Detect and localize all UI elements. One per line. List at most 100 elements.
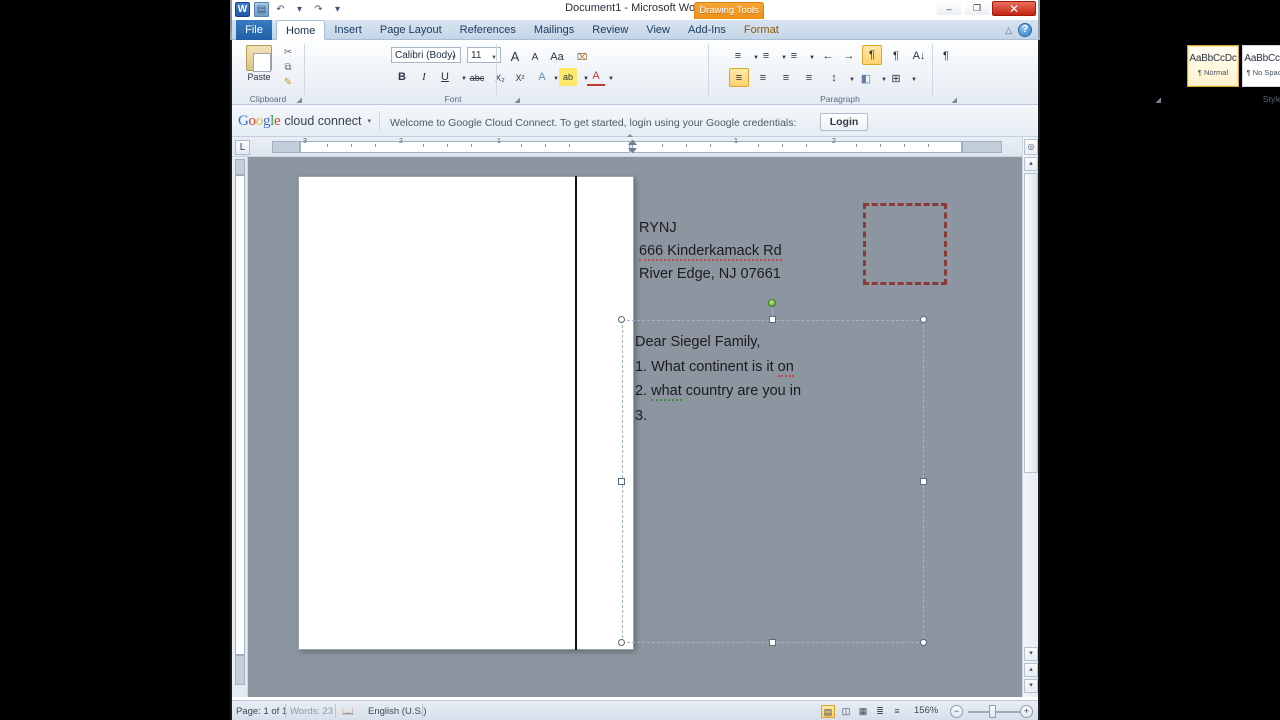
cloud-connect-brand[interactable]: Google cloud connect ▾ <box>238 111 380 131</box>
document-canvas[interactable]: RYNJ 666 Kinderkamack Rd River Edge, NJ … <box>248 157 1022 697</box>
resize-handle-middle-right[interactable] <box>920 478 927 485</box>
close-button[interactable]: ✕ <box>992 1 1036 16</box>
cloud-connect-message: Welcome to Google Cloud Connect. To get … <box>390 117 796 129</box>
underline-icon[interactable]: U <box>436 68 454 86</box>
text-box-content[interactable]: Dear Siegel Family, 1. What continent is… <box>635 330 801 428</box>
previous-page-icon[interactable]: ▴ <box>1024 663 1038 677</box>
print-layout-view-button[interactable]: ▤ <box>821 705 835 718</box>
tab-references[interactable]: References <box>451 20 525 40</box>
language-indicator[interactable]: English (U.S.) <box>368 705 427 718</box>
clipboard-dialog-launcher[interactable]: ◢ <box>297 96 302 104</box>
google-logo: Google <box>238 113 280 130</box>
tab-add-ins[interactable]: Add-Ins <box>679 20 735 40</box>
zoom-slider-thumb[interactable] <box>989 705 996 718</box>
resize-handle-middle-left[interactable] <box>618 478 625 485</box>
resize-handle-top-center[interactable] <box>769 316 776 323</box>
status-separator-1 <box>285 704 286 718</box>
bold-icon[interactable]: B <box>393 68 411 86</box>
v-ruler-track <box>235 175 245 655</box>
cut-icon[interactable]: ✂ <box>279 45 297 60</box>
v-ruler-top-margin <box>235 159 245 175</box>
tab-stop-selector[interactable]: L <box>235 140 250 155</box>
vertical-ruler[interactable] <box>232 157 248 697</box>
tab-format[interactable]: Format <box>735 20 788 40</box>
zoom-out-button[interactable]: − <box>950 705 963 718</box>
group-label-clipboard: Clipboard <box>232 94 304 104</box>
ribbon-tabs: Home Insert Page Layout References Maili… <box>276 20 788 40</box>
horizontal-ruler[interactable]: L 3 2 1 1 2 <box>232 137 1038 157</box>
address-line-2-text: 666 Kinderkamack Rd <box>639 243 782 261</box>
hanging-indent-marker[interactable] <box>628 148 637 153</box>
ribbon-tab-strip: File Home Insert Page Layout References … <box>232 20 1038 40</box>
resize-handle-top-right[interactable] <box>920 316 927 323</box>
scrollbar-thumb[interactable] <box>1024 173 1038 473</box>
select-browse-object-icon[interactable]: ◎ <box>1024 139 1038 155</box>
styles-dialog-launcher[interactable]: ◢ <box>1156 96 1161 104</box>
paste-button[interactable]: Paste <box>241 44 277 94</box>
address-block[interactable]: RYNJ 666 Kinderkamack Rd River Edge, NJ … <box>639 217 782 286</box>
tab-insert[interactable]: Insert <box>325 20 371 40</box>
first-line-indent-marker[interactable] <box>628 140 637 145</box>
misspelled-word-what: what <box>651 383 682 401</box>
cloud-connect-chevron-down-icon[interactable]: ▾ <box>368 117 372 125</box>
tab-view[interactable]: View <box>637 20 679 40</box>
ruler-tick <box>375 144 376 147</box>
tab-home[interactable]: Home <box>276 20 325 40</box>
outline-view-button[interactable]: ≣ <box>873 705 887 718</box>
tab-review[interactable]: Review <box>583 20 637 40</box>
ruler-label-1b: 1 <box>734 138 738 145</box>
ruler-tick <box>471 144 472 147</box>
maximize-button[interactable]: ❐ <box>964 1 990 16</box>
selected-text-box[interactable]: Dear Siegel Family, 1. What continent is… <box>622 320 924 643</box>
font-name-input[interactable]: Calibri (Body) ▼ <box>391 47 461 63</box>
next-page-icon[interactable]: ▾ <box>1024 679 1038 693</box>
style-normal[interactable]: AaBbCcDc ¶ Normal <box>1187 45 1239 87</box>
status-separator-2 <box>335 704 336 718</box>
google-letter-e: e <box>274 113 280 129</box>
proofing-errors-icon[interactable]: 📖 <box>342 705 354 718</box>
minimize-button[interactable]: – <box>936 1 962 16</box>
tab-page-layout[interactable]: Page Layout <box>371 20 451 40</box>
ruler-tick <box>928 144 929 147</box>
scroll-down-arrow-icon[interactable]: ▾ <box>1024 647 1038 661</box>
tab-mailings[interactable]: Mailings <box>525 20 583 40</box>
resize-handle-bottom-center[interactable] <box>769 639 776 646</box>
ruler-tick <box>758 144 759 147</box>
strikethrough-icon[interactable]: abc <box>468 69 486 87</box>
window-title: Document1 - Microsoft Word <box>232 2 1038 14</box>
style-no-spacing[interactable]: AaBbCcDc ¶ No Spaci... <box>1242 45 1280 87</box>
font-name-chevron-down-icon[interactable]: ▼ <box>451 52 457 65</box>
page-indicator[interactable]: Page: 1 of 1 <box>236 705 287 718</box>
scroll-up-arrow-icon[interactable]: ▴ <box>1024 157 1038 171</box>
rotation-handle[interactable] <box>768 299 776 307</box>
full-screen-reading-view-button[interactable]: ◫ <box>839 705 853 718</box>
copy-icon[interactable]: ⧉ <box>279 60 297 75</box>
italic-icon[interactable]: I <box>415 68 433 86</box>
draft-view-button[interactable]: ≡ <box>890 705 904 718</box>
web-layout-view-button[interactable]: ▦ <box>856 705 870 718</box>
vertical-scrollbar[interactable]: ◎ ▴ ▾ ▴ ▾ <box>1022 137 1038 697</box>
resize-handle-top-left[interactable] <box>618 316 625 323</box>
borders-chevron-down-icon[interactable]: ▼ <box>905 71 923 89</box>
text-line-4: 3. <box>635 404 801 429</box>
ruler-tick <box>447 144 448 147</box>
zoom-in-button[interactable]: + <box>1020 705 1033 718</box>
paste-label: Paste <box>241 72 277 82</box>
text-line-1: Dear Siegel Family, <box>635 330 801 355</box>
rtl-text-direction-icon[interactable]: ¶ <box>887 47 905 65</box>
borders-icon[interactable]: ⊞ <box>887 69 905 87</box>
google-cloud-connect-bar: Google cloud connect ▾ Welcome to Google… <box>232 105 1038 137</box>
resize-handle-bottom-left[interactable] <box>618 639 625 646</box>
collapse-ribbon-icon[interactable]: △ <box>1005 25 1012 36</box>
dashed-square-shape[interactable] <box>863 203 947 285</box>
zoom-level-label[interactable]: 156% <box>914 705 938 716</box>
help-icon[interactable]: ? <box>1018 23 1032 37</box>
tab-file[interactable]: File <box>236 20 272 40</box>
ruler-left-margin <box>272 141 300 153</box>
cloud-connect-login-button[interactable]: Login <box>820 113 868 131</box>
title-bar: W ▤ ↶ ▾ ↷ ▾ Document1 - Microsoft Word –… <box>232 0 1038 20</box>
word-count[interactable]: Words: 23 <box>290 705 333 718</box>
format-painter-icon[interactable]: ✎ <box>279 75 297 90</box>
resize-handle-bottom-right[interactable] <box>920 639 927 646</box>
sort-icon[interactable]: A↓ <box>910 47 928 65</box>
